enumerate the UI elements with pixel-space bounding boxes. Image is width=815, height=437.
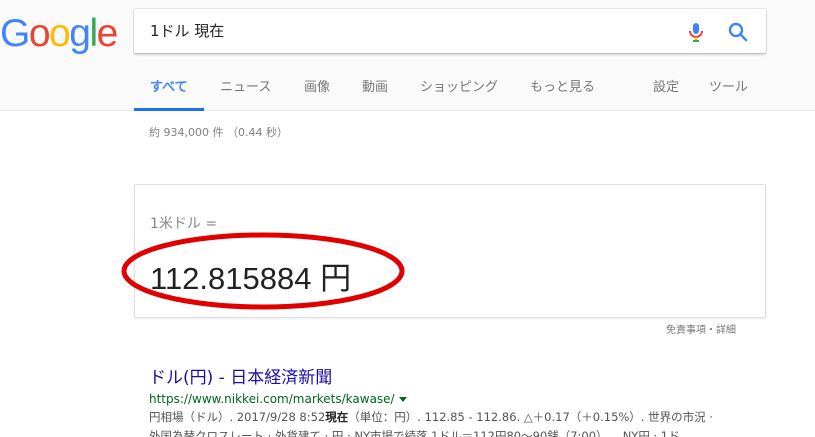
result-snippet-line2: 外国為替クロスレート · 外貨建て · 円 · NY市場で続落 1ドル＝112円… [149, 429, 680, 437]
google-logo[interactable]: Google [0, 12, 119, 55]
footer-separator: ・ [706, 325, 716, 336]
logo-letter-o1: o [28, 12, 51, 55]
tab-videos[interactable]: 動画 [362, 70, 388, 111]
currency-converter-card: 1米ドル = 112.815884 円 [134, 184, 766, 318]
converter-footer: 免責事項・詳細 [666, 321, 736, 336]
snippet-pre: 円相場（ドル）. 2017/9/28 8:52 [149, 410, 326, 424]
search-icon[interactable] [726, 20, 750, 44]
tab-shopping[interactable]: ショッピング [420, 70, 498, 111]
snippet-post: （単位：円）. 112.85 - 112.86. △＋0.17（＋0.15%）.… [348, 410, 713, 424]
converter-result-value: 112.815884 円 [150, 261, 352, 296]
logo-letter-l: l [89, 12, 98, 55]
tab-more[interactable]: もっと見る [530, 70, 595, 111]
result-stats: 約 934,000 件 （0.44 秒） [149, 126, 288, 139]
tab-news[interactable]: ニュース [220, 70, 271, 111]
tab-tools[interactable]: ツール [709, 70, 748, 111]
tab-images[interactable]: 画像 [304, 70, 330, 111]
search-box [134, 9, 766, 53]
microphone-icon[interactable] [684, 20, 708, 44]
converter-from-label: 1米ドル = [150, 216, 218, 232]
logo-letter-o2: o [49, 12, 71, 55]
details-link[interactable]: 詳細 [716, 325, 736, 336]
result-snippet-line1: 円相場（ドル）. 2017/9/28 8:52現在（単位：円）. 112.85 … [149, 408, 769, 427]
search-tabs: すべて ニュース 画像 動画 ショッピング もっと見る 設定 ツール [134, 70, 815, 111]
result-title-link[interactable]: ドル(円) - 日本経済新聞 [149, 366, 769, 390]
tab-all[interactable]: すべて [134, 70, 204, 111]
logo-letter-g2: g [69, 12, 91, 55]
result-url: https://www.nikkei.com/markets/kawase/ [149, 390, 769, 408]
disclaimer-link[interactable]: 免責事項 [666, 325, 706, 336]
search-result: ドル(円) - 日本経済新聞 https://www.nikkei.com/ma… [149, 366, 769, 437]
logo-letter-e: e [96, 12, 119, 55]
tab-settings[interactable]: 設定 [653, 70, 679, 111]
result-url-text: https://www.nikkei.com/markets/kawase/ [149, 392, 395, 406]
url-dropdown-arrow-icon[interactable] [398, 397, 407, 402]
logo-letter-g: G [0, 12, 30, 55]
search-input[interactable] [150, 9, 670, 53]
header: Google すべて ニュース 画像 動画 ショッピング もっと見る 設定 ツー… [0, 0, 815, 111]
snippet-bold: 現在 [325, 410, 349, 424]
